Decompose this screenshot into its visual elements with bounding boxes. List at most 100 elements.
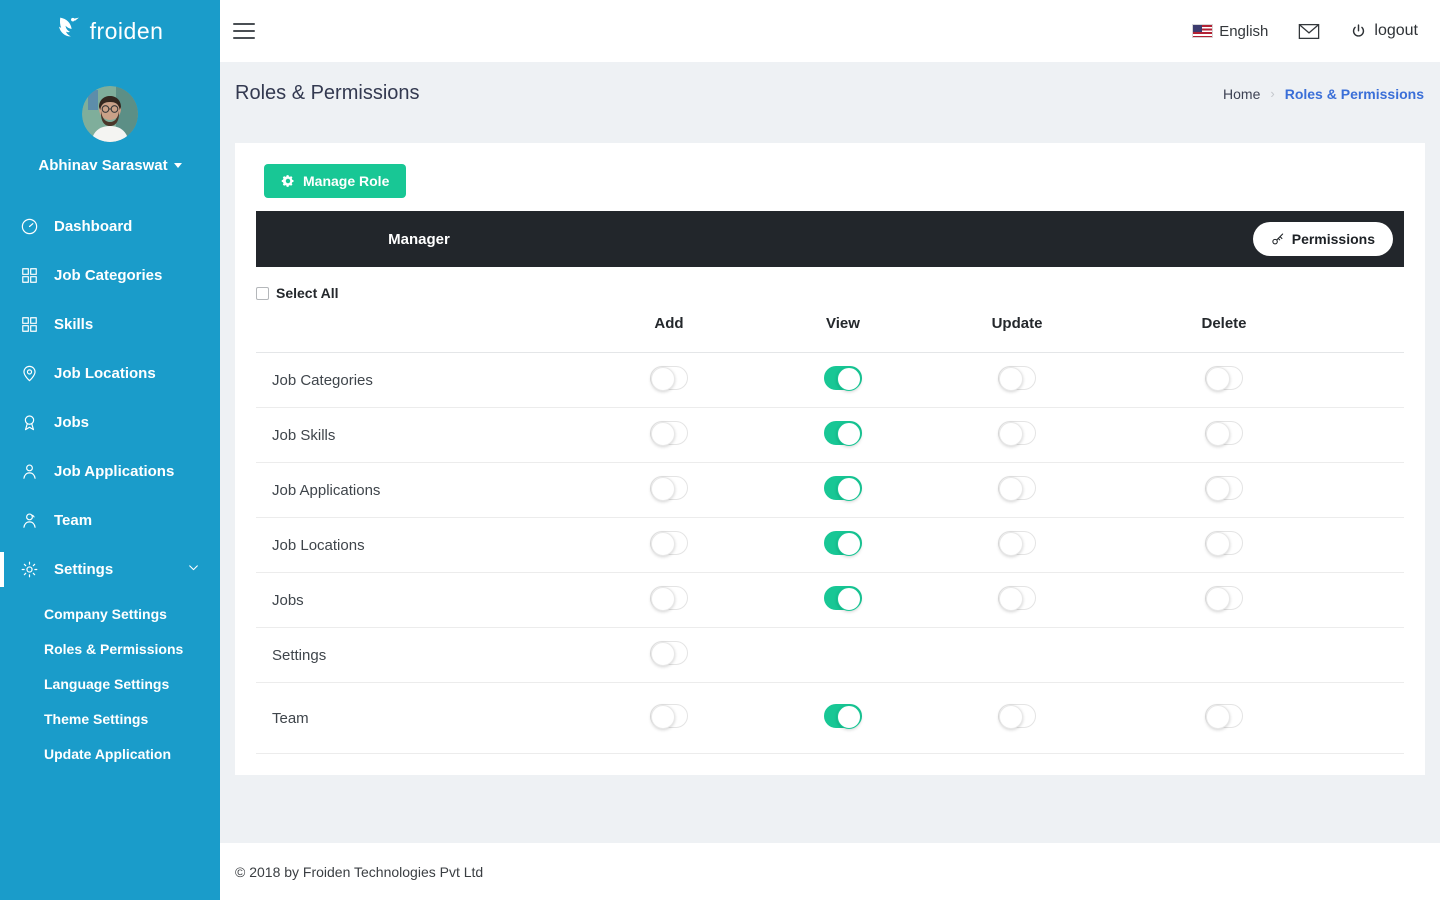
content-area: Roles & Permissions Home › Roles & Permi… [220, 62, 1440, 843]
toggle-delete[interactable] [1205, 531, 1243, 555]
toggle-delete[interactable] [1205, 476, 1243, 500]
map-pin-icon [20, 364, 39, 383]
brand-name: froiden [90, 18, 164, 45]
logout-button[interactable]: logout [1350, 22, 1418, 40]
breadcrumb-home[interactable]: Home [1223, 86, 1260, 102]
toggle-add[interactable] [650, 704, 688, 728]
language-label: English [1219, 23, 1268, 40]
language-selector[interactable]: English [1193, 23, 1268, 40]
module-label: Settings [256, 647, 582, 664]
sidebar-item-dashboard[interactable]: Dashboard [0, 202, 220, 251]
table-row: Settings [256, 628, 1404, 683]
toggle-update[interactable] [998, 531, 1036, 555]
table-row: Job Skills [256, 408, 1404, 463]
submenu-item-language-settings[interactable]: Language Settings [0, 666, 220, 701]
column-header-delete: Delete [1201, 315, 1246, 332]
copyright-text: © 2018 by Froiden Technologies Pvt Ltd [235, 864, 483, 880]
toggle-add[interactable] [650, 366, 688, 390]
manage-role-button[interactable]: Manage Role [264, 164, 406, 198]
module-label: Job Applications [256, 482, 582, 499]
sidebar-item-settings[interactable]: Settings [0, 545, 220, 594]
chevron-down-icon [187, 561, 200, 578]
footer: © 2018 by Froiden Technologies Pvt Ltd [220, 843, 1440, 900]
toggle-view[interactable] [824, 531, 862, 555]
sidebar-item-job-locations[interactable]: Job Locations [0, 349, 220, 398]
submenu-item-company-settings[interactable]: Company Settings [0, 596, 220, 631]
us-flag-icon [1193, 25, 1212, 37]
mail-icon[interactable] [1298, 23, 1320, 40]
grid-icon [20, 315, 39, 334]
table-row: Job Locations [256, 518, 1404, 573]
settings-submenu: Company Settings Roles & Permissions Lan… [0, 594, 220, 777]
select-all-checkbox[interactable] [256, 287, 269, 300]
medal-icon [20, 413, 39, 432]
table-row: Job Categories [256, 353, 1404, 408]
sidebar-item-jobs[interactable]: Jobs [0, 398, 220, 447]
toggle-view[interactable] [824, 476, 862, 500]
toggle-delete[interactable] [1205, 366, 1243, 390]
toggle-add[interactable] [650, 476, 688, 500]
sidebar-item-job-categories[interactable]: Job Categories [0, 251, 220, 300]
breadcrumb-current[interactable]: Roles & Permissions [1285, 86, 1424, 102]
brand-logo[interactable]: froiden [0, 0, 220, 62]
logout-label: logout [1374, 22, 1418, 40]
toggle-update[interactable] [998, 704, 1036, 728]
toggle-view[interactable] [824, 366, 862, 390]
toggle-update[interactable] [998, 476, 1036, 500]
module-label: Jobs [256, 592, 582, 609]
module-label: Team [256, 710, 582, 727]
sidebar-item-label: Jobs [54, 414, 89, 431]
sidebar-item-team[interactable]: Team [0, 496, 220, 545]
page-title: Roles & Permissions [235, 82, 420, 105]
hamburger-menu-icon[interactable] [233, 18, 255, 44]
module-label: Job Skills [256, 427, 582, 444]
toggle-delete[interactable] [1205, 586, 1243, 610]
sidebar-item-label: Job Locations [54, 365, 156, 382]
submenu-item-roles-permissions[interactable]: Roles & Permissions [0, 631, 220, 666]
gear-icon [20, 560, 39, 579]
user-name: Abhinav Saraswat [38, 157, 167, 174]
breadcrumb: Home › Roles & Permissions [1223, 86, 1424, 102]
toggle-view[interactable] [824, 704, 862, 728]
avatar[interactable] [82, 86, 138, 142]
table-row: Team [256, 683, 1404, 754]
toggle-update[interactable] [998, 586, 1036, 610]
sidebar: froiden Abhinav Sar [0, 0, 220, 900]
toggle-delete[interactable] [1205, 704, 1243, 728]
key-icon [1271, 232, 1285, 246]
toggle-delete[interactable] [1205, 421, 1243, 445]
submenu-item-theme-settings[interactable]: Theme Settings [0, 701, 220, 736]
permissions-button[interactable]: Permissions [1253, 222, 1393, 256]
submenu-item-update-application[interactable]: Update Application [0, 736, 220, 771]
caret-down-icon [174, 163, 182, 168]
user-menu[interactable]: Abhinav Saraswat [38, 157, 181, 174]
toggle-add[interactable] [650, 641, 688, 665]
toggle-update[interactable] [998, 421, 1036, 445]
sidebar-item-skills[interactable]: Skills [0, 300, 220, 349]
toggle-view[interactable] [824, 421, 862, 445]
toggle-update[interactable] [998, 366, 1036, 390]
permissions-label: Permissions [1292, 231, 1375, 247]
sidebar-menu: Dashboard Job Categories Skills Job Loca… [0, 202, 220, 777]
table-row: Job Applications [256, 463, 1404, 518]
module-label: Job Locations [256, 537, 582, 554]
column-header-update: Update [992, 315, 1043, 332]
sidebar-item-job-applications[interactable]: Job Applications [0, 447, 220, 496]
sidebar-item-label: Settings [54, 561, 113, 578]
permissions-card: Manage Role Manager Permissions Select A… [235, 143, 1425, 775]
toggle-add[interactable] [650, 421, 688, 445]
toggle-add[interactable] [650, 586, 688, 610]
person-icon [20, 462, 39, 481]
dashboard-icon [20, 217, 39, 236]
toggle-add[interactable] [650, 531, 688, 555]
table-row: Jobs [256, 573, 1404, 628]
sidebar-item-label: Skills [54, 316, 93, 333]
role-header-bar: Manager Permissions [256, 211, 1404, 267]
grid-icon [20, 266, 39, 285]
select-all-label: Select All [276, 285, 339, 301]
sidebar-item-label: Dashboard [54, 218, 132, 235]
module-label: Job Categories [256, 372, 582, 389]
column-header-add: Add [654, 315, 683, 332]
manage-role-label: Manage Role [303, 173, 389, 189]
toggle-view[interactable] [824, 586, 862, 610]
